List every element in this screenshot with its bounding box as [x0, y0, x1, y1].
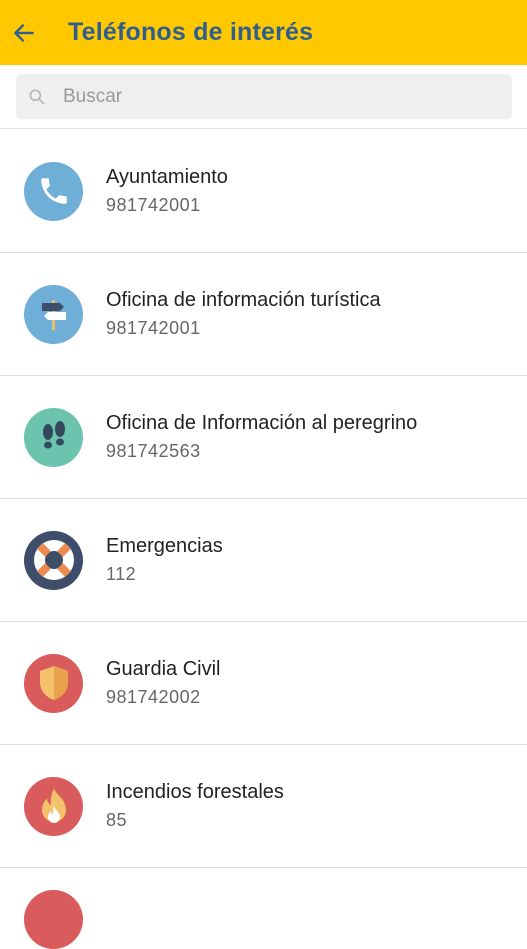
contact-phone: 981742001: [106, 195, 201, 215]
search-box[interactable]: [16, 74, 512, 119]
contact-phone: 981742563: [106, 441, 201, 461]
lifebuoy-icon: [24, 530, 83, 590]
contact-phone: 981742002: [106, 687, 201, 707]
shield-icon: [24, 653, 83, 713]
contact-icon-partial: [24, 890, 83, 949]
arrow-left-icon: [14, 23, 34, 42]
search-icon: [29, 89, 45, 104]
contact-phone: 981742001: [106, 318, 201, 338]
contact-item-guardia-civil[interactable]: Guardia Civil 981742002: [0, 622, 527, 745]
fire-icon: [24, 776, 83, 836]
search-input[interactable]: [63, 81, 483, 112]
contact-phone: 85: [106, 810, 128, 830]
phone-icon: [24, 161, 83, 221]
contact-name: Incendios forestales: [106, 781, 284, 803]
contact-item-oficina-peregrino[interactable]: Oficina de Información al peregrino 9817…: [0, 376, 527, 499]
contact-phone: 112: [106, 564, 137, 584]
contact-list: Ayuntamiento 981742001 Oficina de inform…: [0, 130, 527, 868]
page-title: Teléfonos de interés: [68, 18, 314, 46]
app-bar: Teléfonos de interés: [0, 0, 527, 65]
contact-name: Guardia Civil: [106, 658, 221, 680]
signpost-icon: [24, 284, 83, 344]
contact-name: Oficina de información turística: [106, 289, 381, 311]
footprints-icon: [24, 407, 83, 467]
search-bar: [0, 65, 527, 129]
back-button[interactable]: [0, 9, 48, 57]
contact-name: Oficina de Información al peregrino: [106, 412, 418, 434]
contact-name: Emergencias: [106, 535, 223, 557]
contact-item-incendios-forestales[interactable]: Incendios forestales 85: [0, 745, 527, 868]
contact-item-oficina-turistica[interactable]: Oficina de información turística 9817420…: [0, 253, 527, 376]
contact-item-ayuntamiento[interactable]: Ayuntamiento 981742001: [0, 130, 527, 253]
contact-name: Ayuntamiento: [106, 166, 228, 188]
contact-item-emergencias[interactable]: Emergencias 112: [0, 499, 527, 622]
